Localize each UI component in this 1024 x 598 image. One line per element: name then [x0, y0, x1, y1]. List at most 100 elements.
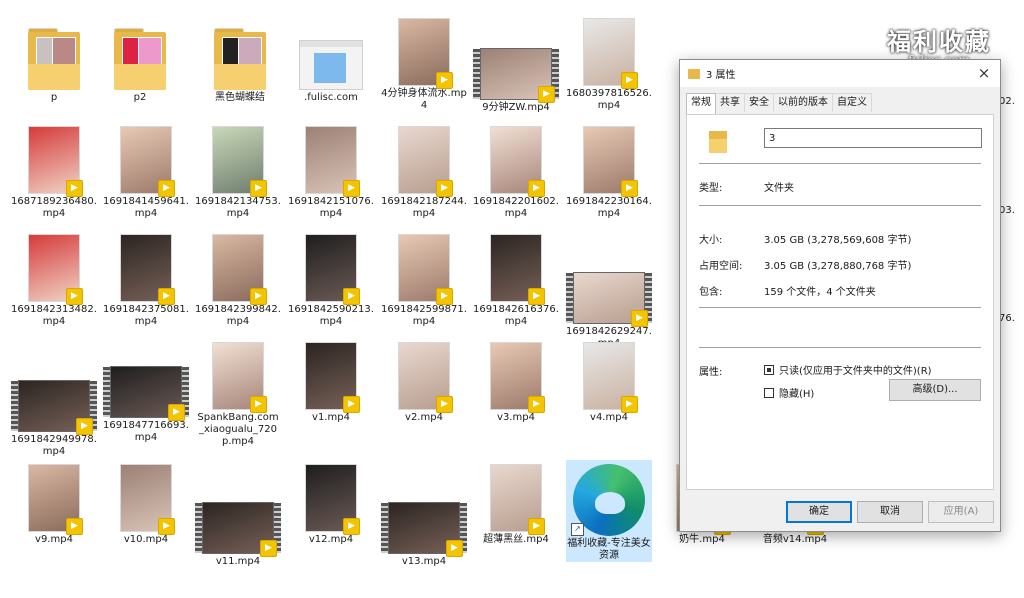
file-item[interactable]: p2 [97, 18, 183, 104]
folder-large-icon [709, 129, 727, 153]
tab-security[interactable]: 安全 [744, 93, 774, 112]
file-name: 9分钟ZW.mp4 [482, 102, 550, 113]
advanced-button[interactable]: 高级(D)... [889, 379, 981, 401]
file-item[interactable]: ▶ v12.mp4 [288, 460, 374, 546]
file-item[interactable]: ▶ 1691842590213.mp4 [288, 230, 374, 328]
file-name: 1691842313482.mp4 [11, 304, 97, 327]
file-item[interactable]: ▶ 1687189236480.mp4 [11, 122, 97, 220]
file-thumbnail: ↗ [566, 460, 652, 536]
video-thumbnail: ▶ [305, 342, 360, 413]
file-item[interactable]: ▶ 1680397816526.mp4 [566, 14, 652, 112]
file-item[interactable]: ▶ 1691842151076.mp4 [288, 122, 374, 220]
file-item[interactable]: ▶ 1691842134753.mp4 [195, 122, 281, 220]
file-item[interactable]: .fulisc.com [288, 18, 374, 104]
tab-customize[interactable]: 自定义 [832, 93, 872, 112]
file-item[interactable]: ▶ v1.mp4 [288, 338, 374, 424]
file-name: 1691842187244.mp4 [381, 196, 467, 219]
file-name: 1691842616376.mp4 [473, 304, 559, 327]
type-value: 文件夹 [764, 183, 794, 194]
folder-icon [114, 28, 166, 90]
file-thumbnail: ▶ [288, 460, 374, 535]
tab-general[interactable]: 常规 [686, 93, 716, 114]
file-item[interactable]: p [11, 18, 97, 104]
file-item[interactable]: ▶ v13.mp4 [381, 482, 467, 568]
ok-button[interactable]: 确定 [786, 501, 852, 523]
player-badge-icon: ▶ [66, 180, 83, 197]
file-thumbnail [197, 18, 283, 90]
file-name: 音频v14.mp4 [762, 534, 828, 545]
player-badge-icon: ▶ [621, 72, 638, 89]
file-item[interactable]: 黑色蝴蝶结 [197, 18, 283, 104]
readonly-checkbox[interactable]: 只读(仅应用于文件夹中的文件)(R) [764, 362, 932, 377]
file-item[interactable]: ▶ SpankBang.com_xiaogualu_720p.mp4 [195, 338, 281, 448]
video-thumbnail: ▶ [120, 464, 175, 535]
video-thumbnail: ▶ [305, 234, 360, 305]
file-item[interactable]: ▶ v3.mp4 [473, 338, 559, 424]
dialog-titlebar[interactable]: 3 属性 × [680, 60, 1000, 87]
file-name: v2.mp4 [405, 412, 443, 423]
file-item[interactable]: ▶ 1691842313482.mp4 [11, 230, 97, 328]
file-item[interactable]: ▶ v2.mp4 [381, 338, 467, 424]
player-badge-icon: ▶ [66, 518, 83, 535]
folder-icon [214, 28, 266, 90]
readonly-checkbox-box[interactable] [764, 364, 774, 375]
file-item[interactable]: ▶ 1691842230164.mp4 [566, 122, 652, 220]
close-icon[interactable]: × [972, 60, 996, 87]
player-badge-icon: ▶ [158, 518, 175, 535]
tab-previous-versions[interactable]: 以前的版本 [773, 93, 833, 112]
file-item[interactable]: ▶ v11.mp4 [195, 482, 281, 568]
player-badge-icon: ▶ [168, 404, 185, 421]
file-item[interactable]: ▶1691842629247.mp4 [566, 252, 652, 350]
folder-name-input[interactable]: 3 [764, 128, 982, 148]
file-thumbnail: ▶ [381, 338, 467, 413]
tab-sharing[interactable]: 共享 [715, 93, 745, 112]
file-item[interactable]: ▶ 1691842599871.mp4 [381, 230, 467, 328]
file-item[interactable]: ▶ 1691842399842.mp4 [195, 230, 281, 328]
file-thumbnail: ▶ [103, 122, 189, 197]
file-item[interactable]: ▶ v4.mp4 [566, 338, 652, 424]
file-item[interactable]: ▶ 1691842375081.mp4 [103, 230, 189, 328]
file-item[interactable]: ▶ 1691842187244.mp4 [381, 122, 467, 220]
file-thumbnail: ▶ [195, 482, 281, 557]
file-name: 1691841459641.mp4 [103, 196, 189, 219]
player-badge-icon: ▶ [66, 288, 83, 305]
file-item[interactable]: ↗ 福利收藏-专注美女资源 [566, 460, 652, 562]
folder-icon [28, 28, 80, 90]
file-item[interactable]: ▶ v10.mp4 [103, 460, 189, 546]
file-item[interactable]: ▶ 1691847716693.mp4 [103, 346, 189, 444]
player-badge-icon: ▶ [343, 396, 360, 413]
file-item[interactable]: ▶ 1691842949978.mp4 [11, 360, 97, 458]
properties-dialog: 3 属性 × 常规 共享 安全 以前的版本 自定义 3 类型: 文件夹 大小: … [679, 59, 1001, 532]
video-thumbnail: ▶ [566, 272, 652, 327]
file-item[interactable]: ▶ 1691842616376.mp4 [473, 230, 559, 328]
player-badge-icon: ▶ [631, 310, 648, 327]
hidden-checkbox-box[interactable] [764, 387, 774, 398]
file-item[interactable]: ▶ 9分钟ZW.mp4 [473, 28, 559, 114]
file-thumbnail: ▶ [11, 230, 97, 305]
file-name: 1691842151076.mp4 [288, 196, 374, 219]
file-item[interactable]: ▶ 1691841459641.mp4 [103, 122, 189, 220]
file-name: .fulisc.com [304, 92, 358, 103]
player-badge-icon: ▶ [621, 396, 638, 413]
file-name: 1691842590213.mp4 [288, 304, 374, 327]
divider [699, 347, 981, 348]
file-item[interactable]: ▶ 1691842201602.mp4 [473, 122, 559, 220]
player-badge-icon: ▶ [343, 518, 360, 535]
divider [699, 163, 981, 164]
file-item[interactable]: ▶ v9.mp4 [11, 460, 97, 546]
video-thumbnail: ▶ [28, 126, 83, 197]
file-thumbnail [11, 18, 97, 90]
attributes-label: 属性: [699, 367, 723, 378]
file-item[interactable]: ▶ 4分钟身体流水.mp4 [381, 14, 467, 112]
file-item[interactable]: ▶ 超薄黑丝.mp4 [473, 460, 559, 546]
file-name: v13.mp4 [401, 556, 447, 567]
hidden-checkbox[interactable]: 隐藏(H) [764, 385, 814, 400]
apply-button[interactable]: 应用(A) [928, 501, 994, 523]
cancel-button[interactable]: 取消 [857, 501, 923, 523]
player-badge-icon: ▶ [343, 288, 360, 305]
divider [699, 205, 981, 206]
video-thumbnail: ▶ [28, 464, 83, 535]
file-name: 1680397816526.mp4 [566, 88, 652, 111]
edge-browser-icon: ↗ [571, 464, 645, 536]
file-thumbnail: ▶ [195, 338, 281, 413]
